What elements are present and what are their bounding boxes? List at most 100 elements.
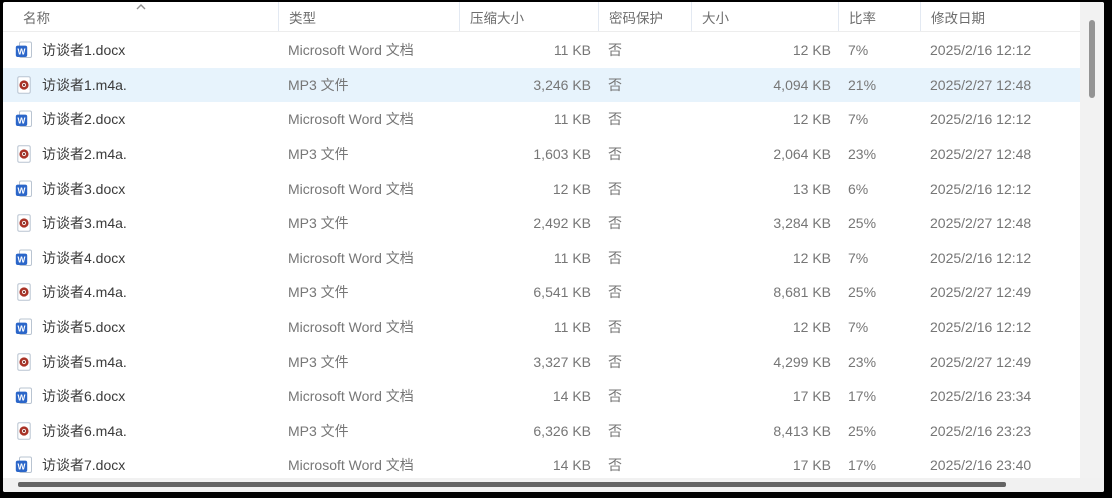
compressed-size: 11 KB (459, 241, 598, 276)
archive-file-list-window: 名称 类型 压缩大小 密码保护 大小 比率 修改日期 (3, 2, 1104, 492)
compression-ratio: 7% (838, 102, 920, 137)
password-protected: 否 (598, 137, 691, 172)
file-name: 访谈者1.m4a. (42, 75, 127, 95)
vertical-scrollbar-thumb[interactable] (1089, 20, 1095, 98)
table-row[interactable]: W 访谈者5.docx Microsoft Word 文档 11 KB 否 12… (3, 310, 1080, 345)
file-size: 12 KB (691, 310, 838, 345)
table-row[interactable]: W 访谈者4.docx Microsoft Word 文档 11 KB 否 12… (3, 241, 1080, 276)
modified-date: 2025/2/16 23:23 (920, 414, 1080, 449)
file-size: 4,299 KB (691, 344, 838, 379)
horizontal-scrollbar[interactable] (3, 478, 1104, 492)
password-protected: 否 (598, 310, 691, 345)
compression-ratio: 25% (838, 414, 920, 449)
vertical-scrollbar[interactable] (1080, 2, 1104, 478)
compressed-size: 6,541 KB (459, 275, 598, 310)
password-protected: 否 (598, 206, 691, 241)
file-name: 访谈者7.docx (42, 455, 125, 475)
table-row[interactable]: 访谈者6.m4a. MP3 文件 6,326 KB 否 8,413 KB 25%… (3, 414, 1080, 449)
column-header-type[interactable]: 类型 (278, 2, 459, 31)
compressed-size: 3,327 KB (459, 344, 598, 379)
compression-ratio: 23% (838, 344, 920, 379)
column-header-label: 比率 (849, 7, 876, 27)
column-header-label: 大小 (702, 7, 729, 27)
compressed-size: 11 KB (459, 33, 598, 68)
file-size: 8,413 KB (691, 414, 838, 449)
compressed-size: 1,603 KB (459, 137, 598, 172)
column-header-password-protected[interactable]: 密码保护 (598, 2, 691, 31)
modified-date: 2025/2/16 12:12 (920, 310, 1080, 345)
column-header-modified-date[interactable]: 修改日期 (920, 2, 1080, 31)
svg-text:W: W (18, 393, 26, 403)
file-type: Microsoft Word 文档 (278, 102, 459, 137)
compressed-size: 11 KB (459, 102, 598, 137)
audio-file-icon (15, 76, 33, 94)
table-row[interactable]: W 访谈者2.docx Microsoft Word 文档 11 KB 否 12… (3, 102, 1080, 137)
table-row[interactable]: W 访谈者6.docx Microsoft Word 文档 14 KB 否 17… (3, 379, 1080, 414)
file-name: 访谈者5.m4a. (42, 352, 127, 372)
column-header-ratio[interactable]: 比率 (838, 2, 920, 31)
file-name: 访谈者4.docx (42, 248, 125, 268)
file-type: Microsoft Word 文档 (278, 241, 459, 276)
file-type: Microsoft Word 文档 (278, 33, 459, 68)
file-size: 13 KB (691, 171, 838, 206)
column-header-compressed-size[interactable]: 压缩大小 (459, 2, 598, 31)
column-header-size[interactable]: 大小 (691, 2, 838, 31)
word-document-icon: W (15, 387, 33, 405)
password-protected: 否 (598, 68, 691, 103)
compression-ratio: 7% (838, 33, 920, 68)
modified-date: 2025/2/16 12:12 (920, 241, 1080, 276)
audio-file-icon (15, 145, 33, 163)
file-size: 8,681 KB (691, 275, 838, 310)
password-protected: 否 (598, 171, 691, 206)
password-protected: 否 (598, 241, 691, 276)
file-size: 12 KB (691, 33, 838, 68)
column-header-label: 密码保护 (609, 7, 663, 27)
compressed-size: 2,492 KB (459, 206, 598, 241)
table-row[interactable]: W 访谈者3.docx Microsoft Word 文档 12 KB 否 13… (3, 171, 1080, 206)
compressed-size: 6,326 KB (459, 414, 598, 449)
svg-text:W: W (18, 462, 26, 472)
svg-text:W: W (18, 254, 26, 264)
file-name: 访谈者5.docx (42, 317, 125, 337)
file-name: 访谈者1.docx (42, 40, 125, 60)
file-type: Microsoft Word 文档 (278, 448, 459, 478)
file-name: 访谈者6.docx (42, 386, 125, 406)
word-document-icon: W (15, 456, 33, 474)
table-row[interactable]: 访谈者5.m4a. MP3 文件 3,327 KB 否 4,299 KB 23%… (3, 344, 1080, 379)
audio-file-icon (15, 422, 33, 440)
column-header-label: 名称 (23, 7, 50, 27)
compression-ratio: 21% (838, 68, 920, 103)
file-type: Microsoft Word 文档 (278, 310, 459, 345)
word-document-icon: W (15, 249, 33, 267)
file-name: 访谈者2.m4a. (42, 144, 127, 164)
table-row[interactable]: W 访谈者7.docx Microsoft Word 文档 14 KB 否 17… (3, 448, 1080, 478)
file-name: 访谈者6.m4a. (42, 421, 127, 441)
file-type: Microsoft Word 文档 (278, 171, 459, 206)
file-type: MP3 文件 (278, 68, 459, 103)
compression-ratio: 25% (838, 275, 920, 310)
table-row[interactable]: 访谈者2.m4a. MP3 文件 1,603 KB 否 2,064 KB 23%… (3, 137, 1080, 172)
audio-file-icon (15, 214, 33, 232)
horizontal-scrollbar-thumb[interactable] (18, 482, 1006, 487)
compression-ratio: 7% (838, 310, 920, 345)
file-list: W 访谈者1.docx Microsoft Word 文档 11 KB 否 12… (3, 33, 1080, 478)
file-type: MP3 文件 (278, 414, 459, 449)
password-protected: 否 (598, 33, 691, 68)
compressed-size: 14 KB (459, 448, 598, 478)
password-protected: 否 (598, 275, 691, 310)
table-row[interactable]: 访谈者1.m4a. MP3 文件 3,246 KB 否 4,094 KB 21%… (3, 68, 1080, 103)
column-header-label: 类型 (289, 7, 316, 27)
table-row[interactable]: 访谈者3.m4a. MP3 文件 2,492 KB 否 3,284 KB 25%… (3, 206, 1080, 241)
file-size: 12 KB (691, 102, 838, 137)
compressed-size: 3,246 KB (459, 68, 598, 103)
compressed-size: 12 KB (459, 171, 598, 206)
table-row[interactable]: W 访谈者1.docx Microsoft Word 文档 11 KB 否 12… (3, 33, 1080, 68)
file-type: MP3 文件 (278, 344, 459, 379)
table-row[interactable]: 访谈者4.m4a. MP3 文件 6,541 KB 否 8,681 KB 25%… (3, 275, 1080, 310)
modified-date: 2025/2/16 23:34 (920, 379, 1080, 414)
word-document-icon: W (15, 180, 33, 198)
compression-ratio: 17% (838, 448, 920, 478)
audio-file-icon (15, 283, 33, 301)
compression-ratio: 25% (838, 206, 920, 241)
modified-date: 2025/2/27 12:49 (920, 275, 1080, 310)
